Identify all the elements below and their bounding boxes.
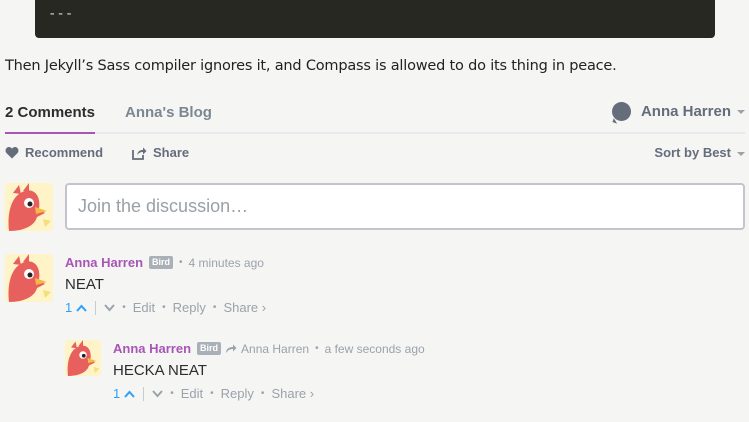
compose-input[interactable]: Join the discussion… [65, 183, 745, 230]
recommend-button[interactable]: Recommend [5, 145, 103, 160]
upvote-button[interactable]: 1 [113, 386, 135, 401]
tab-comments[interactable]: 2 Comments [5, 104, 96, 134]
chevron-down-icon [737, 109, 745, 114]
bird-avatar-icon [5, 254, 53, 302]
chevron-down-icon [737, 151, 745, 156]
share-link[interactable]: Share › [223, 300, 266, 315]
user-bubble-icon [611, 102, 631, 121]
share-button[interactable]: Share [132, 145, 189, 160]
bird-avatar-icon [65, 340, 101, 376]
footer-dot: • [170, 388, 174, 399]
author-badge: Bird [149, 256, 174, 269]
meta-separator: • [315, 343, 319, 354]
chevron-down-icon [152, 389, 163, 397]
avatar[interactable] [5, 183, 53, 231]
sort-dropdown[interactable]: Sort by Best [654, 145, 745, 160]
share-label: Share [153, 145, 190, 160]
comment-author[interactable]: Anna Harren [113, 341, 191, 356]
comment-time[interactable]: 4 minutes ago [189, 256, 264, 270]
meta-separator: • [179, 257, 183, 268]
bird-avatar-icon [5, 183, 53, 231]
avatar[interactable] [5, 254, 53, 302]
reply-to-name: Anna Harren [241, 341, 310, 356]
comment-body: NEAT [65, 276, 104, 293]
vote-count: 1 [113, 386, 121, 401]
reply-link[interactable]: Reply [221, 386, 254, 401]
upvote-button[interactable]: 1 [65, 300, 87, 315]
chevron-up-icon [76, 304, 87, 312]
comment-meta: Anna Harren Bird • 4 minutes ago [65, 255, 266, 270]
user-menu[interactable]: Anna Harren [611, 102, 745, 121]
tab-blog[interactable]: Anna's Blog [125, 104, 212, 121]
comment-author[interactable]: Anna Harren [65, 255, 143, 270]
sort-label: Sort by Best [654, 145, 731, 160]
reply-arrow-icon [226, 344, 237, 353]
footer-dot: • [162, 302, 166, 313]
edit-link[interactable]: Edit [133, 300, 155, 315]
reply-to-link[interactable]: Anna Harren [225, 342, 309, 356]
reply-link[interactable]: Reply [173, 300, 206, 315]
vote-divider [143, 386, 145, 401]
user-menu-name: Anna Harren [640, 103, 731, 120]
recommend-label: Recommend [25, 145, 104, 160]
post-paragraph: Then Jekyll’s Sass compiler ignores it, … [5, 58, 617, 74]
footer-dot: • [260, 388, 265, 399]
footer-dot: • [212, 302, 217, 313]
vote-count: 1 [65, 300, 73, 315]
code-block: --- [35, 0, 715, 38]
comment-footer: 1 • Edit • Reply • Share › [65, 300, 266, 315]
comment-meta: Anna Harren Bird Anna Harren • a few sec… [113, 341, 425, 356]
comment-time[interactable]: a few seconds ago [325, 342, 425, 356]
comment-item: Anna Harren Bird • 4 minutes ago NEAT 1 … [65, 255, 266, 315]
share-icon [132, 147, 147, 160]
comment-tabs: 2 Comments Anna's Blog Anna Harren [5, 96, 745, 134]
footer-dot: • [122, 302, 126, 313]
downvote-button[interactable] [104, 303, 115, 312]
vote-divider [95, 300, 97, 315]
comment-item: Anna Harren Bird Anna Harren • a few sec… [113, 341, 425, 401]
code-line: --- [48, 6, 74, 22]
chevron-down-icon [104, 303, 115, 311]
chevron-up-icon [124, 390, 135, 398]
footer-dot: • [210, 388, 214, 399]
avatar[interactable] [65, 340, 101, 376]
comment-footer: 1 • Edit • Reply • Share › [113, 386, 425, 401]
edit-link[interactable]: Edit [181, 386, 203, 401]
heart-icon [5, 146, 19, 159]
downvote-button[interactable] [152, 389, 163, 398]
comment-body: HECKA NEAT [113, 362, 207, 379]
author-badge: Bird [197, 342, 222, 355]
share-link[interactable]: Share › [271, 386, 314, 401]
thread-actions: Recommend Share Sort by Best [5, 145, 745, 161]
